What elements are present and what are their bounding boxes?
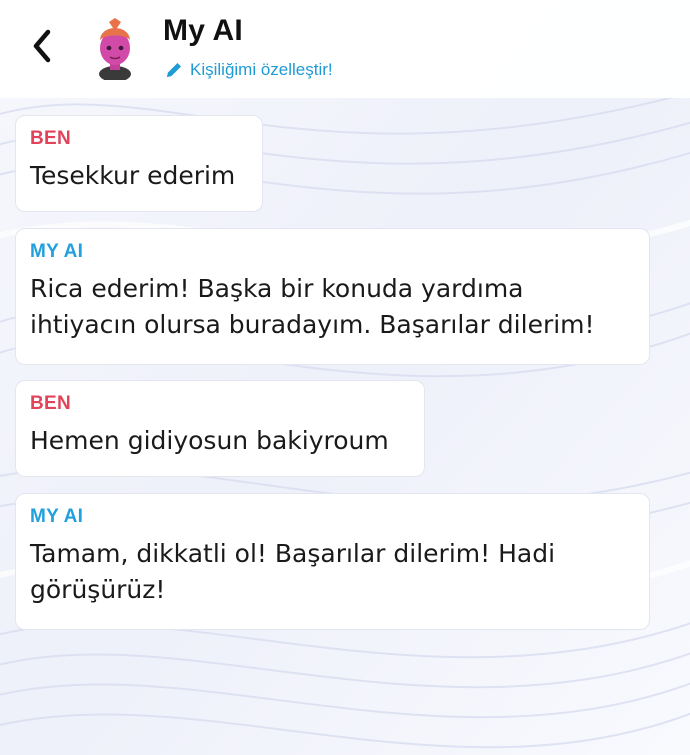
chat-header: My AI Kişiliğimi özelleştir! (0, 0, 690, 98)
customize-personality-link[interactable]: Kişiliğimi özelleştir! (164, 58, 333, 82)
sender-label: BEN (30, 128, 72, 149)
chat-background (0, 0, 690, 755)
pencil-icon (167, 63, 181, 77)
sender-label: MY AI (30, 241, 84, 262)
sender-label: BEN (30, 393, 72, 414)
message-text: Tamam, dikkatli ol! Başarılar dilerim! H… (30, 539, 556, 604)
back-chevron-icon (33, 29, 51, 63)
message-text: Tesekkur ederim (30, 161, 236, 190)
message-bubble-me: BEN Hemen gidiyosun bakiyroum (15, 380, 425, 477)
chat-title: My AI (163, 14, 243, 47)
message-text: Rica ederim! Başka bir konuda yardıma ih… (30, 274, 595, 339)
message-bubble-me: BEN Tesekkur ederim (15, 115, 263, 212)
back-button[interactable] (22, 26, 62, 66)
bitmoji-avatar[interactable] (87, 16, 143, 80)
customize-personality-label: Kişiliğimi özelleştir! (190, 60, 333, 79)
message-bubble-ai: MY AI Rica ederim! Başka bir konuda yard… (15, 228, 650, 365)
message-bubble-ai: MY AI Tamam, dikkatli ol! Başarılar dile… (15, 493, 650, 630)
message-text: Hemen gidiyosun bakiyroum (30, 426, 389, 455)
sender-label: MY AI (30, 506, 84, 527)
